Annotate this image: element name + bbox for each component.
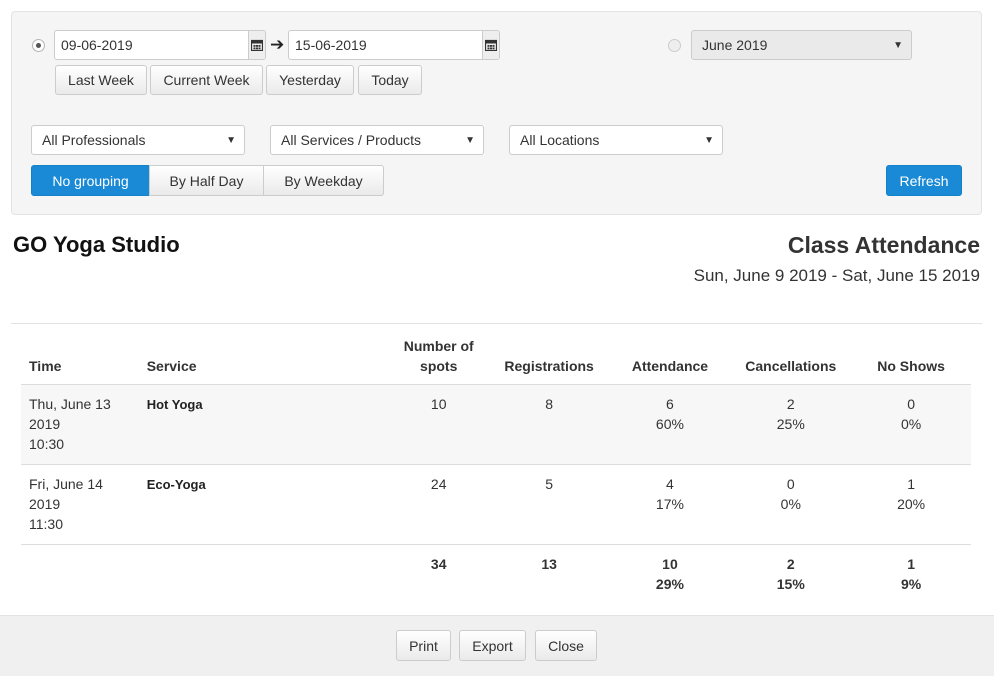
cell-time: Fri, June 14 2019 11:30 xyxy=(21,464,139,545)
header-no-shows: No Shows xyxy=(877,358,945,374)
cancellations-percent: 0% xyxy=(780,496,801,512)
start-date-field[interactable] xyxy=(54,30,266,60)
cancellations-count: 2 xyxy=(786,396,795,412)
studio-name: GO Yoga Studio xyxy=(13,232,180,257)
chevron-down-icon: ▼ xyxy=(226,135,236,146)
header-service: Service xyxy=(146,358,197,374)
time-date: Thu, June 13 xyxy=(29,396,111,412)
by-half-day-button[interactable]: By Half Day xyxy=(149,165,264,196)
totals-row: 34 13 10 29% 2 15% 1 9% xyxy=(21,544,971,604)
time-hour: 11:30 xyxy=(29,516,63,532)
end-calendar-button[interactable] xyxy=(482,31,499,59)
total-attendance-count: 10 xyxy=(662,556,678,572)
cell-attendance: 4 17% xyxy=(609,464,731,545)
cell-cancellations: 2 25% xyxy=(730,384,852,465)
last-week-button[interactable]: Last Week xyxy=(55,65,147,95)
professionals-select[interactable]: All Professionals ▼ xyxy=(31,125,245,155)
grouping-toggle: No grouping By Half Day By Weekday xyxy=(31,165,384,196)
today-button[interactable]: Today xyxy=(358,65,422,95)
divider xyxy=(11,323,982,324)
attendance-count: 6 xyxy=(666,396,674,412)
services-select-value: All Services / Products xyxy=(281,132,422,148)
header-spots-line1: Number of xyxy=(403,338,474,354)
calendar-icon xyxy=(251,39,263,51)
total-no-shows: 1 9% xyxy=(851,544,971,604)
cell-no-shows: 0 0% xyxy=(851,384,971,465)
total-no-shows-count: 1 xyxy=(907,556,915,572)
cell-no-shows: 1 20% xyxy=(851,464,971,545)
yesterday-button[interactable]: Yesterday xyxy=(266,65,354,95)
time-date: Fri, June 14 xyxy=(29,476,103,492)
cell-registrations: 5 xyxy=(488,464,610,545)
time-year: 2019 xyxy=(29,416,61,432)
cell-spots: 24 xyxy=(388,464,489,545)
report-date-range: Sun, June 9 2019 - Sat, June 15 2019 xyxy=(693,266,980,285)
totals-empty-time xyxy=(21,544,139,604)
time-year: 2019 xyxy=(29,496,61,512)
locations-select[interactable]: All Locations ▼ xyxy=(509,125,723,155)
total-cancellations-count: 2 xyxy=(786,556,795,572)
export-button[interactable]: Export xyxy=(459,630,526,661)
header-cancellations: Cancellations xyxy=(745,358,837,374)
no-shows-count: 1 xyxy=(907,476,915,492)
header-attendance: Attendance xyxy=(631,358,709,374)
cell-attendance: 6 60% xyxy=(609,384,731,465)
print-button[interactable]: Print xyxy=(396,630,451,661)
no-shows-percent: 0% xyxy=(900,416,922,432)
report-title: Class Attendance xyxy=(787,232,980,258)
chevron-down-icon: ▼ xyxy=(465,135,475,146)
cell-registrations: 8 xyxy=(488,384,610,465)
no-shows-count: 0 xyxy=(907,396,915,412)
chevron-down-icon: ▼ xyxy=(704,135,714,146)
end-date-field[interactable] xyxy=(288,30,500,60)
cell-spots: 10 xyxy=(388,384,489,465)
total-spots: 34 xyxy=(388,544,489,604)
attendance-percent: 60% xyxy=(655,416,684,432)
by-weekday-button[interactable]: By Weekday xyxy=(263,165,384,196)
total-cancellations: 2 15% xyxy=(730,544,852,604)
table-row: Fri, June 14 2019 11:30 Eco-Yoga 24 5 4 … xyxy=(21,464,971,545)
month-radio[interactable] xyxy=(668,39,681,52)
cell-cancellations: 0 0% xyxy=(730,464,852,545)
time-hour: 10:30 xyxy=(29,436,65,452)
attendance-table: Time Service Number of spots Registratio… xyxy=(21,338,971,604)
header-spots-line2: spots xyxy=(420,358,458,374)
close-button[interactable]: Close xyxy=(535,630,597,661)
cancellations-percent: 25% xyxy=(776,416,805,432)
attendance-count: 4 xyxy=(666,476,674,492)
date-range-radio[interactable] xyxy=(32,39,45,52)
cell-time: Thu, June 13 2019 10:30 xyxy=(21,384,139,465)
locations-select-value: All Locations xyxy=(520,132,600,148)
arrow-right-icon: ➔ xyxy=(270,35,285,54)
cancellations-count: 0 xyxy=(786,476,795,492)
total-registrations: 13 xyxy=(488,544,610,604)
end-date-input[interactable] xyxy=(289,31,482,59)
chevron-down-icon: ▼ xyxy=(893,40,903,51)
total-attendance: 10 29% xyxy=(609,544,731,604)
total-cancellations-percent: 15% xyxy=(776,576,805,592)
total-no-shows-percent: 9% xyxy=(900,576,922,592)
start-date-input[interactable] xyxy=(55,31,248,59)
cell-service: Hot Yoga xyxy=(138,384,389,465)
current-week-button[interactable]: Current Week xyxy=(150,65,263,95)
header-time: Time xyxy=(29,358,62,374)
header-registrations: Registrations xyxy=(504,358,594,374)
total-attendance-percent: 29% xyxy=(655,576,684,592)
professionals-select-value: All Professionals xyxy=(42,132,146,148)
table-row: Thu, June 13 2019 10:30 Hot Yoga 10 8 6 … xyxy=(21,384,971,465)
no-grouping-button[interactable]: No grouping xyxy=(31,165,150,196)
cell-service: Eco-Yoga xyxy=(138,464,389,545)
attendance-percent: 17% xyxy=(655,496,684,512)
calendar-icon xyxy=(485,39,497,51)
header-spots: Number of spots xyxy=(389,338,489,385)
totals-empty-service xyxy=(138,544,389,604)
start-calendar-button[interactable] xyxy=(248,31,265,59)
month-select[interactable]: June 2019 ▼ xyxy=(691,30,912,60)
month-select-value: June 2019 xyxy=(702,37,768,53)
table-header-row: Time Service Number of spots Registratio… xyxy=(21,338,971,385)
refresh-button[interactable]: Refresh xyxy=(886,165,962,196)
no-shows-percent: 20% xyxy=(897,496,926,512)
services-select[interactable]: All Services / Products ▼ xyxy=(270,125,484,155)
